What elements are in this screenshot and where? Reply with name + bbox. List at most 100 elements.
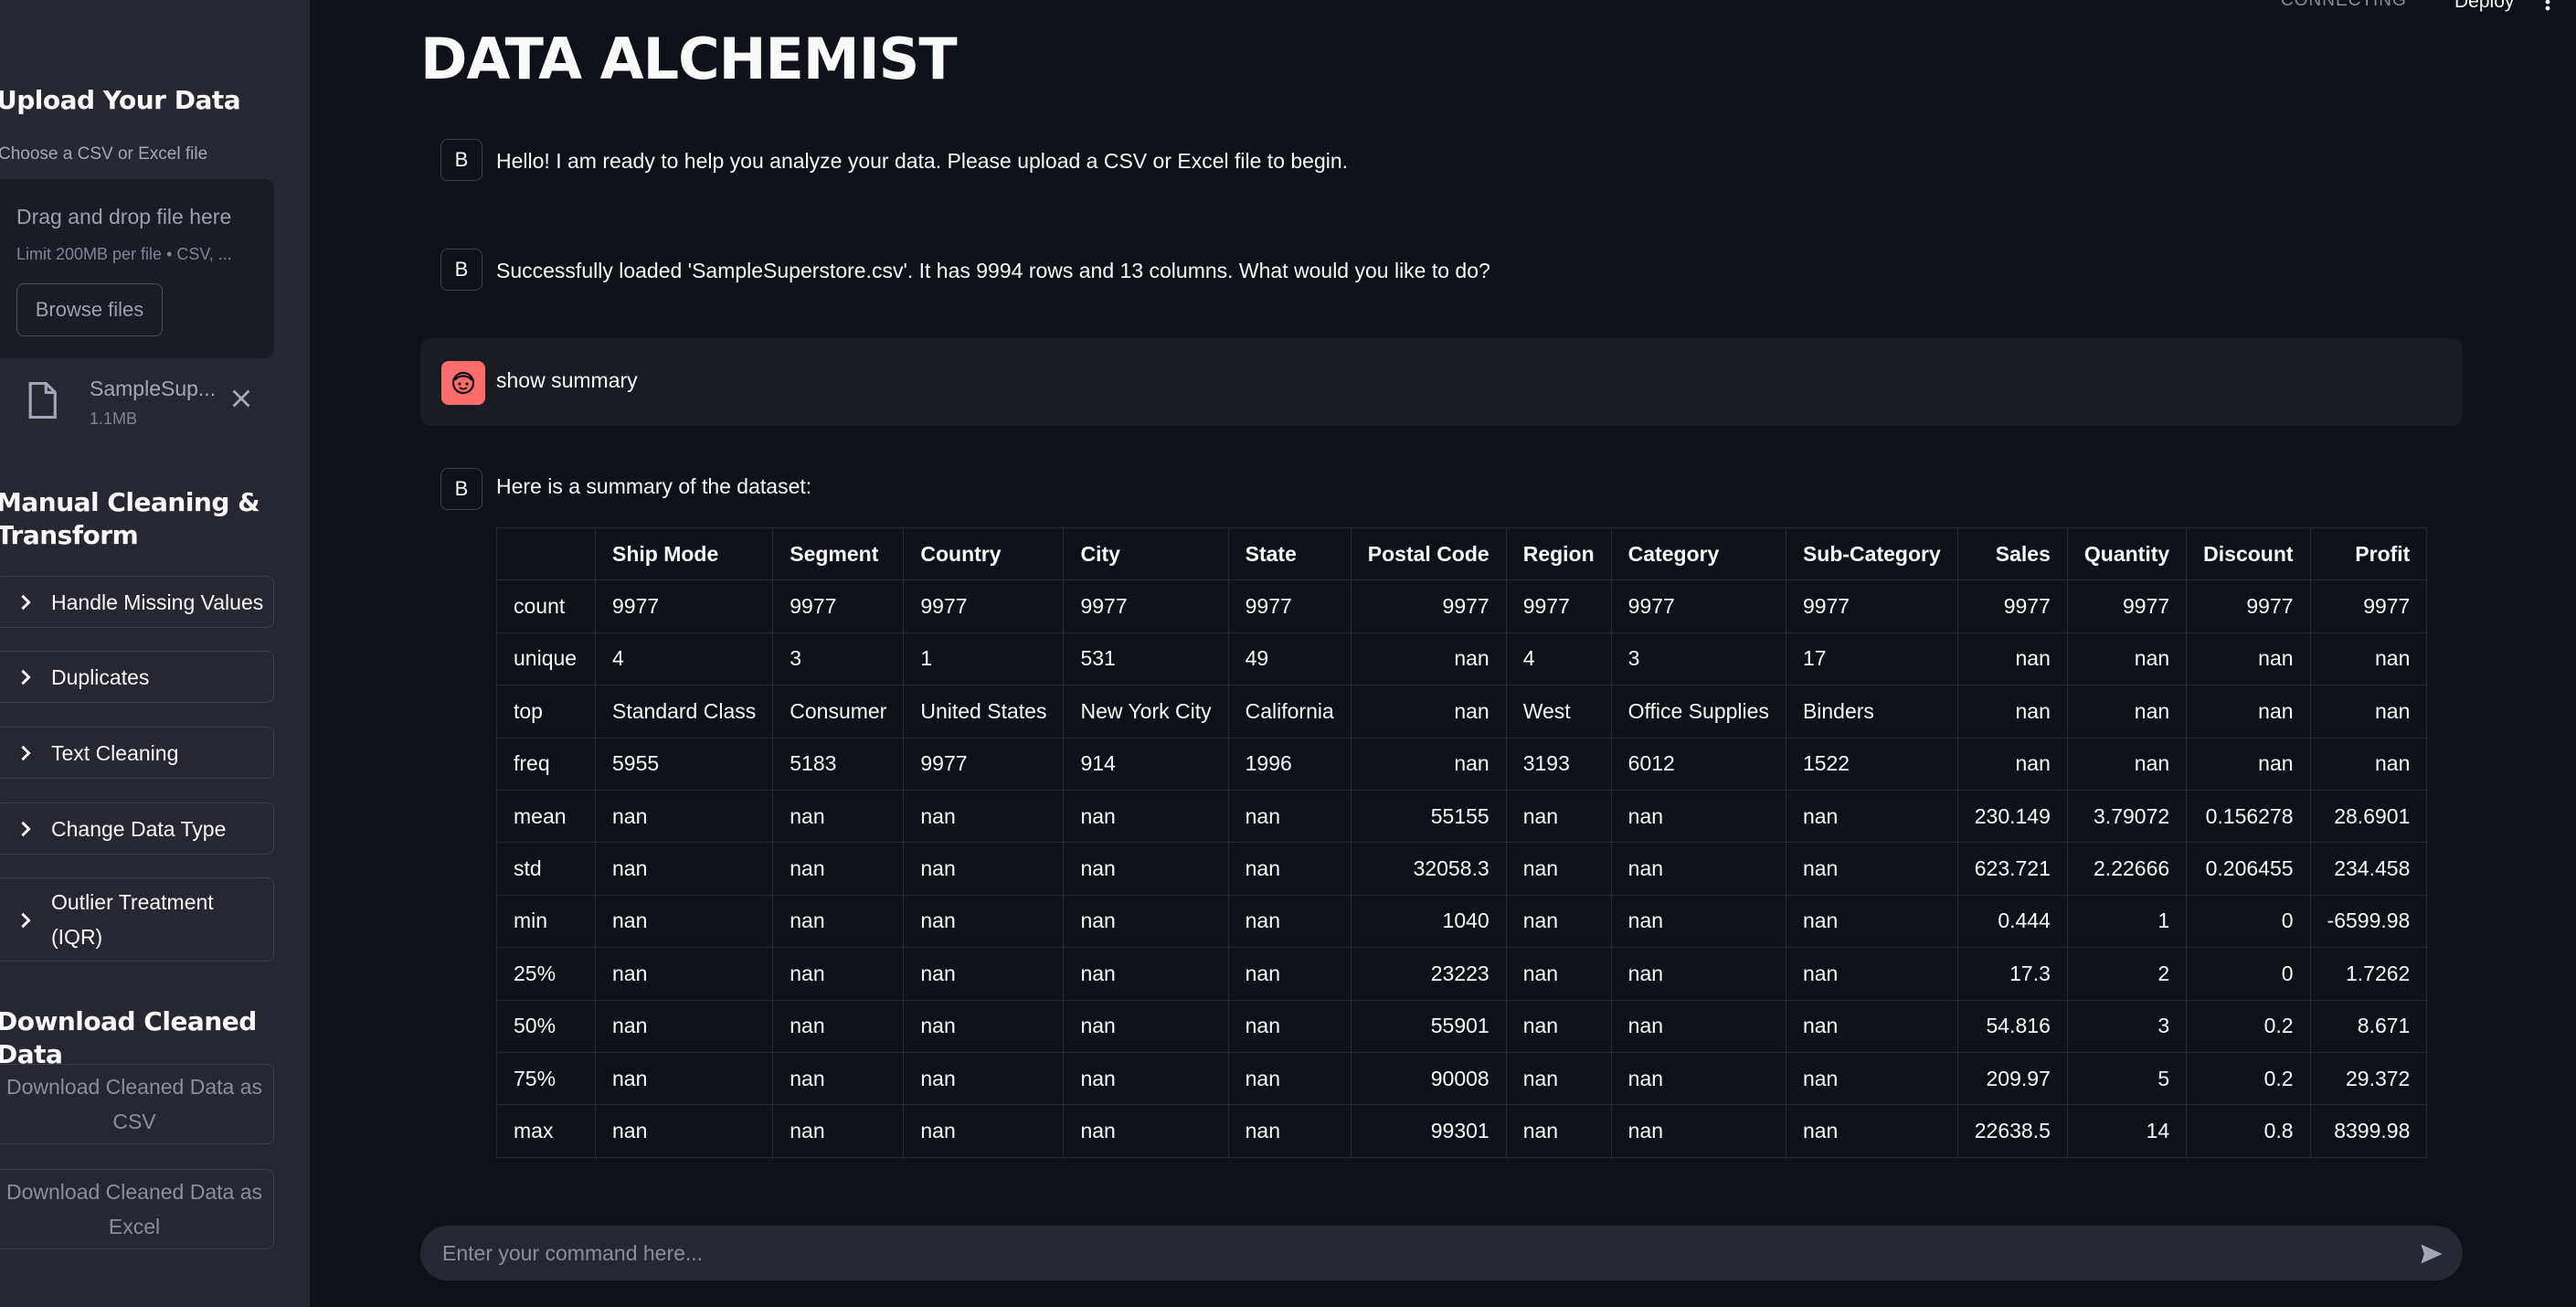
connection-status: CONNECTING: [2281, 0, 2407, 10]
row-index-label: std: [496, 842, 596, 896]
message-text: Hello! I am ready to help you analyze yo…: [496, 149, 1349, 173]
table-cell: nan: [1610, 999, 1786, 1053]
expander-duplicates[interactable]: Duplicates: [0, 651, 274, 703]
table-cell: 9977: [903, 579, 1065, 633]
table-cell: nan: [1505, 999, 1612, 1053]
table-cell: 0: [2186, 947, 2311, 1001]
table-cell: nan: [772, 789, 905, 844]
table-cell: 6012: [1610, 737, 1786, 791]
dropzone-limit: Limit 200MB per file • CSV, ...: [16, 245, 232, 263]
expander-change-data-type[interactable]: Change Data Type: [0, 802, 274, 855]
table-cell: nan: [1956, 632, 2068, 686]
table-cell: 4: [594, 632, 774, 686]
table-row: count 9977 9977 9977 9977 9977 9977 9977 9977 997…: [496, 579, 2428, 633]
table-cell: West: [1505, 685, 1612, 739]
table-cell: nan: [594, 999, 774, 1053]
table-cell: nan: [594, 1104, 774, 1158]
expander-outlier-treatment[interactable]: Outlier Treatment (IQR): [0, 877, 274, 962]
table-cell: 32058.3: [1350, 842, 1507, 896]
table-row: 25% nan nan nan nan nan 23223 nan nan nan 17.3 2 0 1.…: [496, 947, 2428, 1001]
table-cell: 9977: [1350, 579, 1507, 633]
row-index-label: unique: [496, 632, 596, 686]
table-cell: nan: [1227, 842, 1352, 896]
expander-handle-missing-values[interactable]: Handle Missing Values: [0, 576, 274, 628]
table-cell: 531: [1063, 632, 1229, 686]
expander-text-cleaning[interactable]: Text Cleaning: [0, 727, 274, 779]
user-avatar-icon: [441, 361, 485, 405]
table-cell: nan: [2066, 685, 2188, 739]
table-cell: 49: [1227, 632, 1352, 686]
chat-input-container: [420, 1226, 2463, 1280]
table-cell: nan: [1063, 894, 1229, 949]
table-cell: nan: [772, 842, 905, 896]
table-cell: New York City: [1063, 685, 1229, 739]
close-icon[interactable]: [228, 386, 254, 411]
table-cell: nan: [903, 947, 1065, 1001]
table-cell: nan: [1785, 999, 1958, 1053]
download-csv-button[interactable]: Download Cleaned Data as CSV: [0, 1064, 274, 1144]
assistant-message: B Hello! I am ready to help you analyze …: [420, 139, 2463, 185]
table-cell: nan: [772, 1051, 905, 1106]
column-header: [496, 526, 596, 581]
table-cell: nan: [903, 894, 1065, 949]
table-row: unique 4 3 1 531 49 nan 4 3 17 nan nan nan nan: [496, 632, 2428, 686]
chat-input[interactable]: [442, 1226, 2361, 1280]
table-cell: 0.8: [2186, 1104, 2311, 1158]
chevron-right-icon: [21, 669, 31, 685]
table-cell: nan: [1227, 1104, 1352, 1158]
table-cell: 3: [1610, 632, 1786, 686]
table-cell: 17.3: [1956, 947, 2068, 1001]
table-cell: nan: [2186, 632, 2311, 686]
table-cell: 5: [2066, 1051, 2188, 1106]
file-icon: [28, 382, 57, 419]
expander-label: Outlier Treatment (IQR): [51, 885, 214, 954]
table-cell: nan: [1063, 1051, 1229, 1106]
bot-avatar: B: [440, 139, 482, 181]
table-cell: nan: [1227, 789, 1352, 844]
table-cell: 3: [772, 632, 905, 686]
table-cell: nan: [1610, 1051, 1786, 1106]
table-cell: nan: [2309, 632, 2428, 686]
deploy-button[interactable]: Deploy: [2454, 0, 2514, 13]
column-header: Postal Code: [1350, 526, 1507, 581]
table-cell: 55155: [1350, 789, 1507, 844]
file-dropzone[interactable]: Drag and drop file here Limit 200MB per …: [0, 179, 274, 358]
table-cell: nan: [1785, 1104, 1958, 1158]
table-cell: 23223: [1350, 947, 1507, 1001]
row-index-label: count: [496, 579, 596, 633]
table-cell: nan: [1610, 894, 1786, 949]
table-cell: nan: [1505, 894, 1612, 949]
table-cell: nan: [903, 789, 1065, 844]
table-cell: 29.372: [2309, 1051, 2428, 1106]
table-cell: 0: [2186, 894, 2311, 949]
table-cell: 9977: [2309, 579, 2428, 633]
table-cell: nan: [1505, 947, 1612, 1001]
browse-files-button[interactable]: Browse files: [16, 283, 163, 336]
table-cell: nan: [1227, 894, 1352, 949]
table-cell: 5955: [594, 737, 774, 791]
table-cell: nan: [1785, 842, 1958, 896]
column-header: Region: [1505, 526, 1612, 581]
expander-label: Handle Missing Values: [51, 590, 264, 614]
table-cell: nan: [2309, 685, 2428, 739]
column-header: State: [1227, 526, 1352, 581]
table-row: 75% nan nan nan nan nan 90008 nan nan nan 209.97 5 0…: [496, 1051, 2428, 1106]
table-cell: nan: [1063, 947, 1229, 1001]
more-menu-icon[interactable]: [2545, 0, 2550, 11]
expander-label-line-1: Outlier Treatment: [51, 890, 214, 914]
send-icon[interactable]: [2418, 1241, 2445, 1267]
row-index-label: top: [496, 685, 596, 739]
chevron-right-icon: [21, 912, 31, 929]
row-index-label: 75%: [496, 1051, 596, 1106]
table-cell: nan: [2066, 737, 2188, 791]
table-header-row: Ship Mode Segment Country City State Pos…: [496, 526, 2428, 581]
table-cell: nan: [594, 789, 774, 844]
table-cell: nan: [1956, 685, 2068, 739]
table-cell: nan: [1610, 789, 1786, 844]
table-cell: 9977: [594, 579, 774, 633]
table-cell: 234.458: [2309, 842, 2428, 896]
table-cell: nan: [1063, 842, 1229, 896]
column-header: Ship Mode: [594, 526, 774, 581]
table-cell: nan: [1785, 894, 1958, 949]
download-excel-button[interactable]: Download Cleaned Data as Excel: [0, 1169, 274, 1249]
